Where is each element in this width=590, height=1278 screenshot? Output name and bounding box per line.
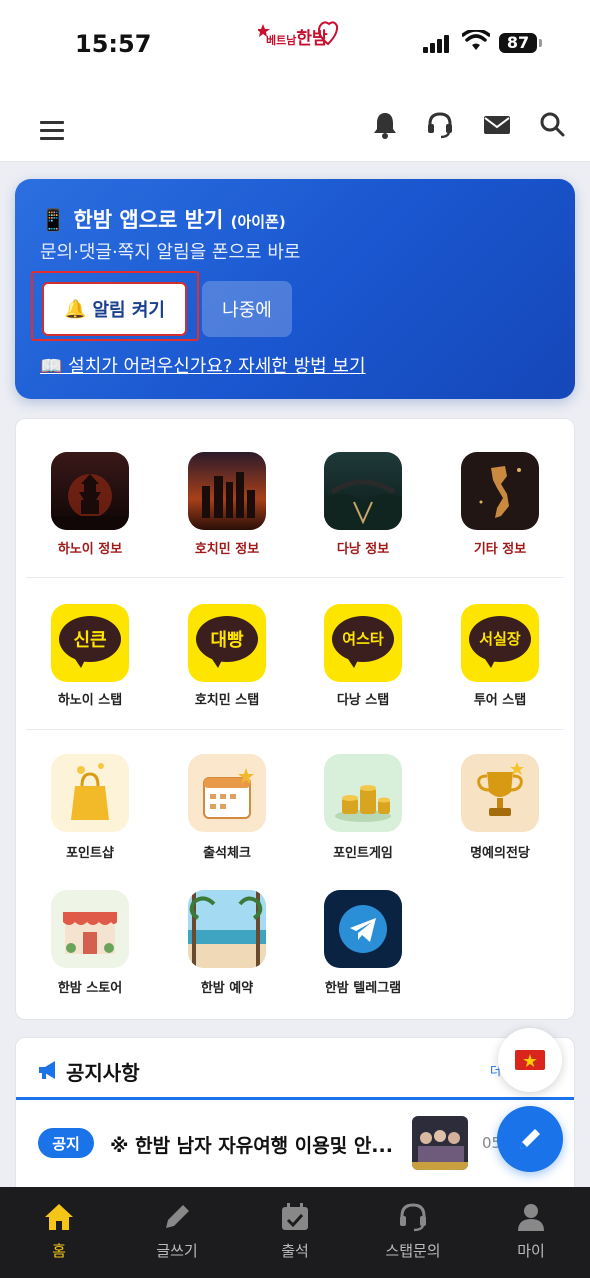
wifi-icon [462,30,490,50]
danang-info-icon[interactable] [324,452,402,530]
tile-label: 포인트게임 [333,846,393,861]
tab-staff-inquiry[interactable]: 스탭문의 [354,1187,472,1278]
beach-icon[interactable] [188,890,266,968]
banner-title: 📱 한밤 앱으로 받기 (아이폰) [40,208,286,232]
tile-label: 하노이 정보 [57,542,123,557]
tile-label: 투어 스탭 [473,693,527,708]
tab-my[interactable]: 마이 [472,1187,590,1278]
tile-label: 다낭 스탭 [336,693,390,708]
telegram-icon[interactable] [324,890,402,968]
vietnam-flag-icon [515,1050,545,1070]
app-header [0,90,590,162]
banner-subtitle: 문의·댓글·쪽지 알림을 폰으로 바로 [40,242,301,263]
bell-icon[interactable] [370,110,400,140]
tile-label: 명예의전당 [470,846,530,861]
install-help-link[interactable]: 📖 설치가 어려우신가요? 자세한 방법 보기 [40,352,366,378]
menu-icon[interactable] [40,121,64,141]
pencil-icon [166,1205,189,1228]
home-icon [45,1204,73,1230]
battery-tip [539,39,542,47]
hochiminh-staff-icon[interactable]: 대빵 [188,604,266,682]
tile-label: 출석체크 [203,846,251,861]
tile-label: 호치민 정보 [194,542,260,557]
other-info-icon[interactable] [461,452,539,530]
enable-notifications-button[interactable]: 🔔 알림 켜기 [42,282,187,336]
tab-attendance[interactable]: 출석 [236,1187,354,1278]
cellular-signal-icon [423,35,451,53]
calendar-icon[interactable] [188,754,266,832]
danang-staff-icon[interactable]: 여스타 [324,604,402,682]
megaphone-icon [39,1061,55,1079]
tab-write[interactable]: 글쓰기 [118,1187,236,1278]
bottom-tab-bar: 홈 글쓰기 출석 스탭문의 마이 [0,1187,590,1278]
calendar-check-icon [282,1203,308,1230]
tile-label: 호치민 스탭 [194,693,260,708]
mail-icon[interactable] [482,110,512,140]
grid-divider [26,577,564,578]
hanoi-staff-icon[interactable]: 신큰 [51,604,129,682]
tab-home[interactable]: 홈 [0,1187,118,1278]
later-button[interactable]: 나중에 [202,281,292,337]
battery-indicator: 87 [499,33,537,53]
tile-label: 포인트샵 [66,846,114,861]
tile-label: 한밤 스토어 [57,981,123,996]
tile-label: 하노이 스탭 [57,693,123,708]
tile-label: 다낭 정보 [336,542,390,557]
grid-divider [26,729,564,730]
headset-icon[interactable] [425,110,455,140]
language-flag-button[interactable] [498,1028,562,1092]
tile-label: 한밤 예약 [200,981,254,996]
tile-label: 한밤 텔레그램 [324,981,402,996]
write-post-button[interactable] [497,1106,563,1172]
store-icon[interactable] [51,890,129,968]
trophy-icon[interactable] [461,754,539,832]
notice-badge: 공지 [38,1128,94,1158]
tour-staff-icon[interactable]: 서실장 [461,604,539,682]
pencil-icon [520,1129,540,1149]
enable-notifications-label: 알림 켜기 [92,300,165,321]
tile-label: 기타 정보 [473,542,527,557]
shopping-bag-icon[interactable] [51,754,129,832]
notice-title: 공지사항 [66,1061,140,1085]
logo-text: 베트남한밤 [266,29,328,49]
notice-item-title[interactable]: ※ 한밤 남자 자유여행 이용및 안... [110,1131,393,1158]
hanoi-info-icon[interactable] [51,452,129,530]
coins-icon[interactable] [324,754,402,832]
notice-divider [16,1097,574,1100]
headset-icon [400,1203,426,1232]
search-icon[interactable] [538,110,568,140]
status-time: 15:57 [75,30,152,58]
notice-thumbnail[interactable] [412,1116,468,1170]
user-icon [518,1204,544,1231]
bell-icon: 🔔 [64,298,87,320]
hochiminh-info-icon[interactable] [188,452,266,530]
